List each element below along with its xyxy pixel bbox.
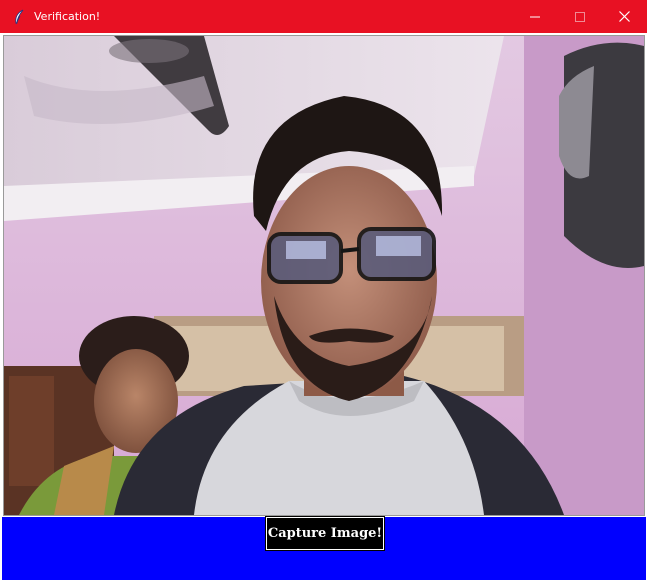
maximize-button[interactable] bbox=[557, 0, 602, 33]
verification-window: Verification! Capture Image! bbox=[0, 0, 647, 586]
capture-image-button[interactable]: Capture Image! bbox=[265, 516, 385, 551]
feather-icon bbox=[10, 8, 28, 26]
maximize-icon bbox=[574, 11, 585, 22]
camera-feed bbox=[3, 35, 645, 516]
caption-buttons bbox=[512, 0, 647, 33]
title-bar[interactable]: Verification! bbox=[0, 0, 647, 33]
control-bar: Capture Image! bbox=[2, 516, 646, 580]
close-button[interactable] bbox=[602, 0, 647, 33]
minimize-icon bbox=[529, 16, 540, 17]
window-title: Verification! bbox=[34, 10, 101, 23]
close-icon bbox=[619, 11, 630, 22]
camera-feed-image bbox=[4, 36, 644, 515]
minimize-button[interactable] bbox=[512, 0, 557, 33]
